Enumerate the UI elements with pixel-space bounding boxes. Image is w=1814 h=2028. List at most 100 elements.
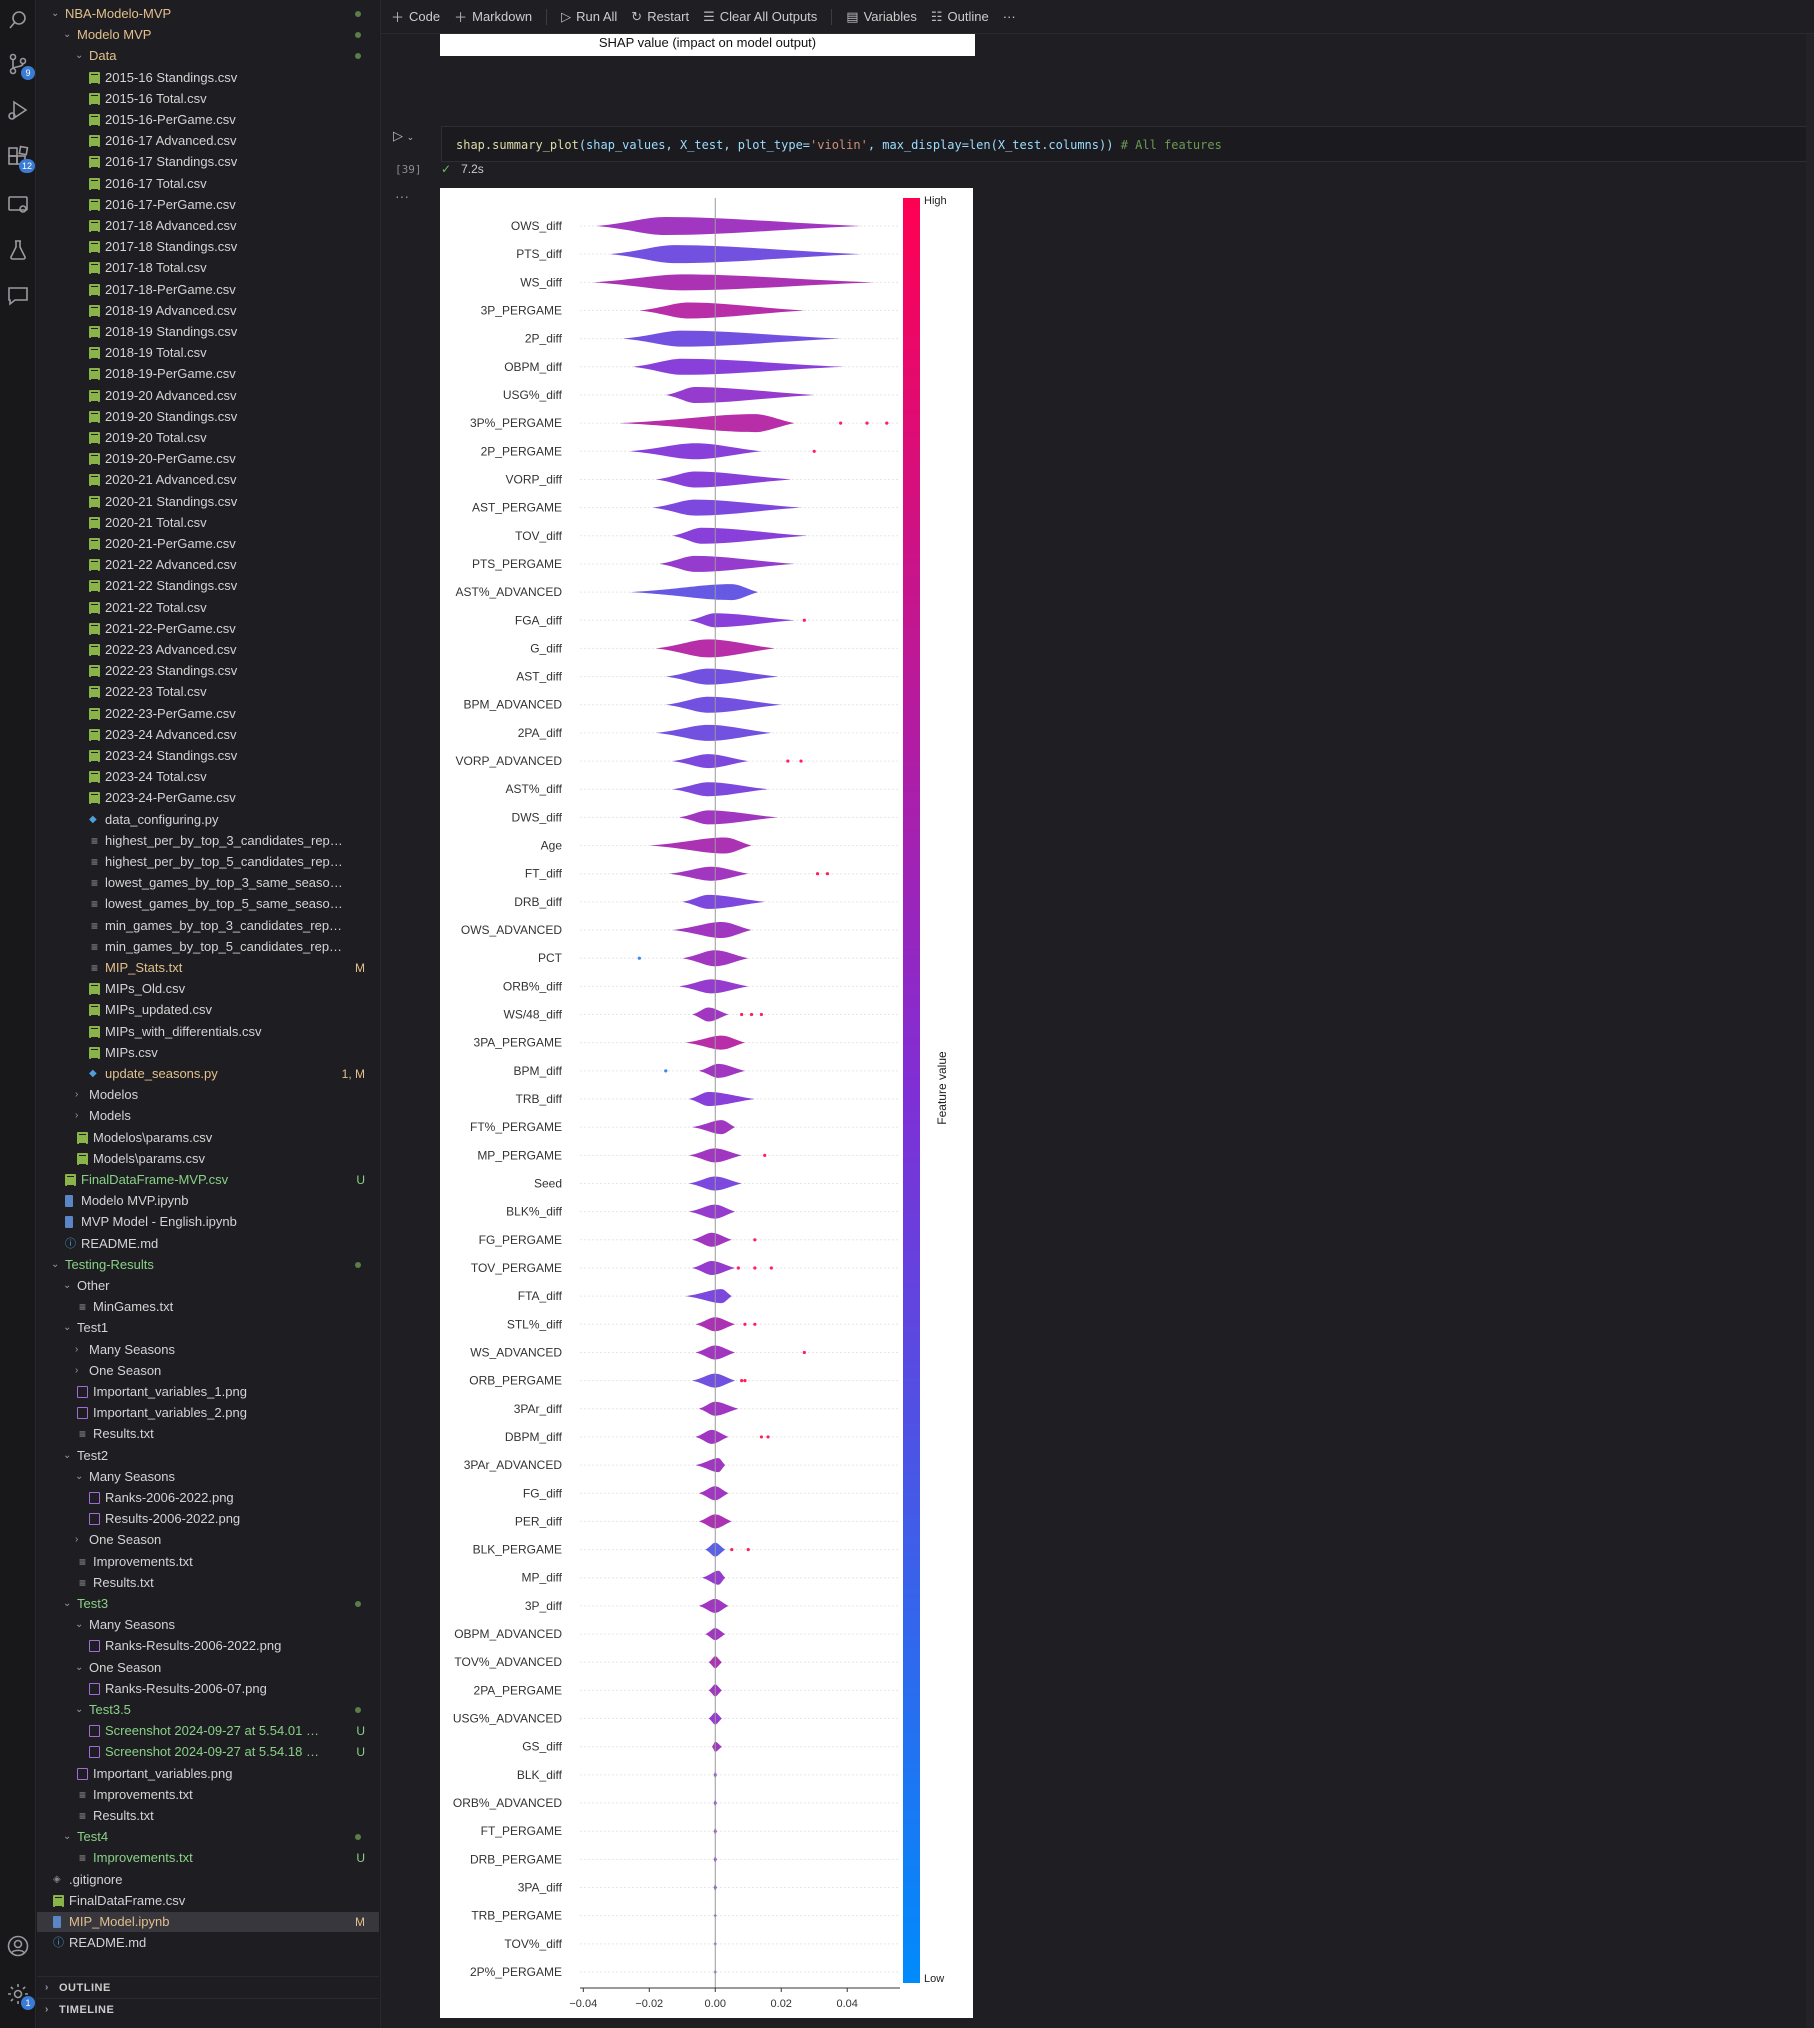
tree-item[interactable]: lowest_games_by_top_5_same_season_repor.… [37,894,379,914]
tree-item[interactable]: 2015-16 Standings.csv [37,68,379,88]
tree-item[interactable]: 2017-18 Standings.csv [37,237,379,257]
tree-item[interactable]: ⌄ NBA-Modelo-MVP [37,4,379,24]
tree-item[interactable]: 2018-19 Total.csv [37,343,379,363]
tree-item[interactable]: 2020-21 Total.csv [37,513,379,533]
tree-item[interactable]: 2022-23 Standings.csv [37,661,379,681]
tree-item[interactable]: 2015-16 Total.csv [37,89,379,109]
tree-item[interactable]: 2019-20-PerGame.csv [37,449,379,469]
tree-item[interactable]: › Models [37,1106,379,1126]
tree-item[interactable]: Results-2006-2022.png [37,1509,379,1529]
tree-item[interactable]: 2021-22 Advanced.csv [37,555,379,575]
editor-scrollbar[interactable] [1806,34,1814,2028]
tree-item[interactable]: highest_per_by_top_5_candidates_report.t… [37,852,379,872]
tree-item[interactable]: › One Season [37,1530,379,1550]
tree-item[interactable]: Screenshot 2024-09-27 at 5.54.18 PM.png U [37,1742,379,1762]
tree-item[interactable]: ⌄ Many Seasons [37,1467,379,1487]
source-control-icon[interactable]: 9 [6,52,35,80]
add-markdown-cell-button[interactable]: ＋ Markdown [454,7,532,26]
testing-flask-icon[interactable] [6,238,30,262]
tree-item[interactable]: 2021-22 Total.csv [37,598,379,618]
tree-item[interactable]: 2017-18-PerGame.csv [37,280,379,300]
tree-item[interactable]: MIP_Stats.txt M [37,958,379,978]
add-code-cell-button[interactable]: ＋ Code [391,7,440,26]
tree-item[interactable]: 2018-19-PerGame.csv [37,364,379,384]
tree-item[interactable]: Results.txt [37,1424,379,1444]
tree-item[interactable]: 2023-24 Standings.csv [37,746,379,766]
tree-item[interactable]: MinGames.txt [37,1297,379,1317]
tree-item[interactable]: FinalDataFrame.csv [37,1891,379,1911]
tree-item[interactable]: min_games_by_top_3_candidates_report.txt [37,916,379,936]
code-cell[interactable]: shap.summary_plot(shap_values, X_test, p… [441,126,1814,162]
tree-item[interactable]: 2021-22-PerGame.csv [37,619,379,639]
tree-item[interactable]: 2016-17 Advanced.csv [37,131,379,151]
more-actions-button[interactable]: ··· [1003,9,1016,24]
tree-item[interactable]: update_seasons.py 1, M [37,1064,379,1084]
tree-item[interactable]: ⌄ Many Seasons [37,1615,379,1635]
cell-run-controls[interactable]: ▷ ⌄ [393,128,423,148]
run-all-button[interactable]: ▷ Run All [561,9,617,25]
tree-item[interactable]: ⌄ Test4 [37,1827,379,1847]
chevron-down-icon[interactable]: ⌄ [407,132,415,142]
variables-button[interactable]: ▤ Variables [846,9,917,25]
tree-item[interactable]: 2016-17 Total.csv [37,174,379,194]
search-icon[interactable] [6,8,30,32]
tree-item[interactable]: MIPs_updated.csv [37,1000,379,1020]
tree-item[interactable]: Modelos\params.csv [37,1128,379,1148]
tree-item[interactable]: 2020-21 Standings.csv [37,492,379,512]
tree-item[interactable]: Improvements.txt U [37,1848,379,1868]
tree-item[interactable]: 2022-23-PerGame.csv [37,704,379,724]
tree-item[interactable]: Important_variables_2.png [37,1403,379,1423]
tree-item[interactable]: 2022-23 Total.csv [37,682,379,702]
tree-item[interactable]: min_games_by_top_5_candidates_report.txt [37,937,379,957]
tree-item[interactable]: ⌄ Data [37,46,379,66]
clear-all-outputs-button[interactable]: ☰ Clear All Outputs [703,9,817,25]
tree-item[interactable]: Improvements.txt [37,1785,379,1805]
tree-item[interactable]: 2019-20 Advanced.csv [37,386,379,406]
tree-item[interactable]: README.md [37,1933,379,1953]
tree-item[interactable]: Important_variables.png [37,1764,379,1784]
tree-item[interactable]: › One Season [37,1361,379,1381]
tree-item[interactable]: highest_per_by_top_3_candidates_report.t… [37,831,379,851]
tree-item[interactable]: data_configuring.py [37,810,379,830]
timeline-section[interactable]: › TIMELINE [37,1998,379,2020]
output-menu-button[interactable]: ··· [395,188,409,204]
tree-item[interactable]: ⌄ Modelo MVP [37,25,379,45]
tree-item[interactable]: MVP Model - English.ipynb [37,1212,379,1232]
tree-item[interactable]: 2023-24 Total.csv [37,767,379,787]
tree-item[interactable]: 2017-18 Advanced.csv [37,216,379,236]
tree-item[interactable]: Important_variables_1.png [37,1382,379,1402]
account-icon[interactable] [6,1934,30,1958]
tree-item[interactable]: ⌄ Test3 [37,1594,379,1614]
tree-item[interactable]: › Modelos [37,1085,379,1105]
tree-item[interactable]: 2023-24-PerGame.csv [37,788,379,808]
tree-item[interactable]: Ranks-Results-2006-2022.png [37,1636,379,1656]
tree-item[interactable]: MIPs_Old.csv [37,979,379,999]
tree-item[interactable]: 2021-22 Standings.csv [37,576,379,596]
tree-item[interactable]: Screenshot 2024-09-27 at 5.54.01 PM.png U [37,1721,379,1741]
tree-item[interactable]: Results.txt [37,1573,379,1593]
tree-item[interactable]: 2017-18 Total.csv [37,258,379,278]
outline-button[interactable]: ☷ Outline [931,9,989,25]
remote-explorer-icon[interactable] [6,193,30,217]
tree-item[interactable]: 2015-16-PerGame.csv [37,110,379,130]
extensions-icon[interactable]: 12 [6,145,35,173]
settings-gear-icon[interactable]: 1 [6,1982,35,2010]
tree-item[interactable]: 2016-17 Standings.csv [37,152,379,172]
chat-icon[interactable] [6,284,30,308]
tree-item[interactable]: 2023-24 Advanced.csv [37,725,379,745]
tree-item[interactable]: MIPs_with_differentials.csv [37,1022,379,1042]
outline-section[interactable]: › OUTLINE [37,1976,379,1998]
tree-item[interactable]: 2022-23 Advanced.csv [37,640,379,660]
tree-item[interactable]: ⌄ Other [37,1276,379,1296]
tree-item[interactable]: 2019-20 Total.csv [37,428,379,448]
tree-item[interactable]: 2018-19 Advanced.csv [37,301,379,321]
restart-button[interactable]: ↻ Restart [631,9,689,25]
tree-item[interactable]: ⌄ Test3.5 [37,1700,379,1720]
tree-item[interactable]: ⌄ Test2 [37,1446,379,1466]
tree-item[interactable]: 2018-19 Standings.csv [37,322,379,342]
tree-item[interactable]: Modelo MVP.ipynb [37,1191,379,1211]
tree-item[interactable]: FinalDataFrame-MVP.csv U [37,1170,379,1190]
tree-item[interactable]: › Many Seasons [37,1340,379,1360]
tree-item[interactable]: README.md [37,1234,379,1254]
tree-item[interactable]: ⌄ One Season [37,1658,379,1678]
